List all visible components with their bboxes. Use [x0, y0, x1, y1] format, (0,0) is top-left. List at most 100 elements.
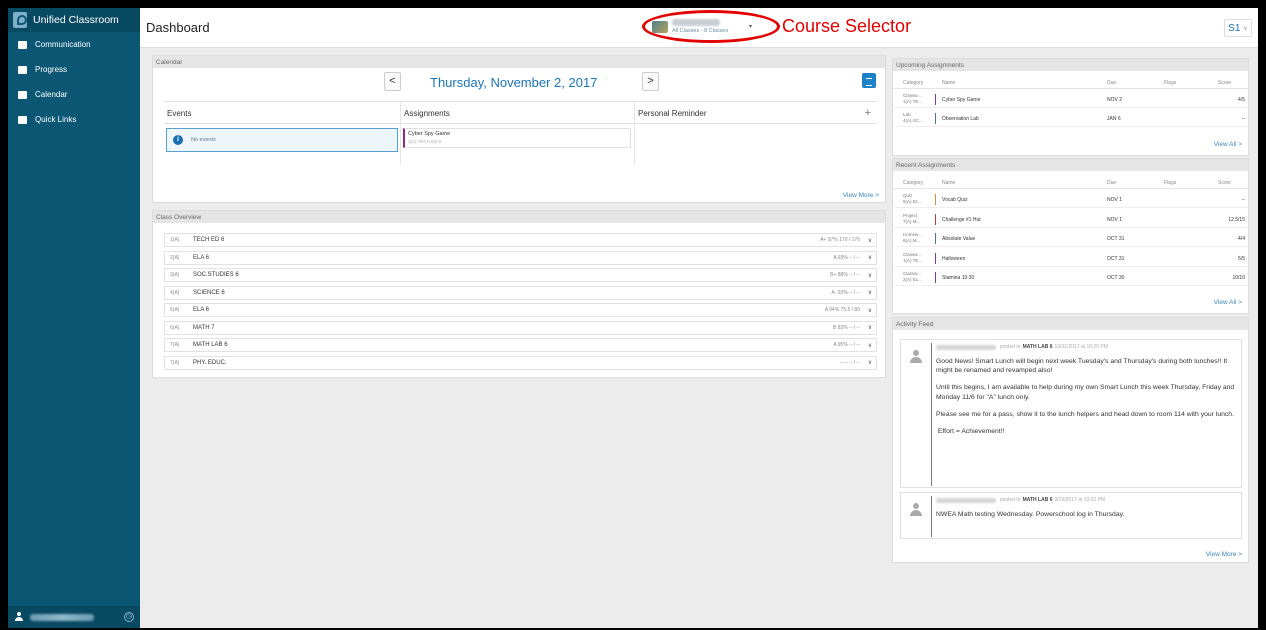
feed-divider [931, 496, 932, 537]
column-header: Score [1218, 180, 1232, 186]
table-header: Category Name Due Flags Score [893, 77, 1248, 89]
sidebar-item-label: Progress [35, 65, 68, 74]
feed-meta: posted to MATH LAB 6 10/31/2017 at 10:20… [936, 344, 1108, 350]
assignment-card[interactable]: Cyber Spy Game 1(A) TECH ED 6 [403, 128, 631, 148]
class-row[interactable]: 7(A) MATH LAB 6 A 95% -- / -- ∨ [164, 338, 877, 352]
assignment-score: 12.5/15 [1228, 216, 1245, 223]
feed-course[interactable]: MATH LAB 6 [1023, 344, 1053, 350]
assignments-column: Assignments Cyber Spy Game 1(A) TECH ED … [401, 102, 635, 165]
assignment-course: 1(A) TECH ED 6 [408, 139, 442, 144]
collapse-sidebar-button[interactable]: ◷ [124, 612, 134, 622]
class-row[interactable]: 4(A) SCIENCE 6 A- 92% -- / -- ∨ [164, 285, 877, 300]
table-row[interactable]: Classw... 1(A) TE... Cyber Spy Game NOV 2 4/… [895, 91, 1248, 108]
brand[interactable]: Unified Classroom [8, 8, 140, 32]
chevron-down-icon[interactable]: ∨ [864, 237, 876, 244]
calendar-nav: < Thursday, November 2, 2017 > [384, 72, 684, 92]
column-header: Flags [1164, 80, 1177, 86]
category-course: 7(A) M... [903, 218, 921, 224]
assignment-score: -- [1241, 116, 1245, 122]
table-row[interactable]: Lab 4(A) SC... Observation Lab JAN 6 -- [895, 110, 1248, 127]
view-more-link[interactable]: View More > [843, 192, 879, 199]
add-reminder-button[interactable]: + [865, 107, 871, 119]
category-course: 2(A) EL... [903, 277, 923, 282]
upcoming-assignments-panel: Upcoming Assignments Category Name Due F… [892, 58, 1249, 156]
table-row[interactable]: Project 7(A) M... Challenge #1 Hut NOV 1 12.… [895, 211, 1248, 228]
class-row[interactable]: 3(A) SOC.STUDIES 6 B+ 88% -- / -- ∨ [164, 268, 877, 282]
table-header: Category Name Due Flags Score [893, 177, 1248, 189]
feed-course[interactable]: MATH LAB 6 [1023, 497, 1053, 503]
class-row[interactable]: 2(A) ELA 6 A 93% -- / -- ∨ [164, 250, 877, 265]
chevron-down-icon[interactable]: ∨ [864, 289, 876, 296]
category-color-bar [935, 213, 936, 225]
sidebar: Unified Classroom Communication Progress… [8, 8, 140, 628]
category-cell: Project 7(A) M... [903, 213, 927, 225]
class-row[interactable]: 6(A) MATH 7 B 83% -- / -- ∨ [164, 320, 877, 335]
clipboard-icon [18, 65, 27, 74]
assignment-name: Observation Lab [942, 116, 979, 122]
class-row[interactable]: 7(A) PHY. EDUC. -- -- -- / -- ∨ [164, 355, 877, 370]
assignment-due: JAN 6 [1107, 116, 1121, 122]
assignment-due: NOV 1 [1107, 216, 1123, 223]
chevron-down-icon[interactable]: ∨ [864, 324, 876, 331]
sidebar-item-quick-links[interactable]: Quick Links [8, 107, 140, 132]
class-name: SCIENCE 6 [193, 289, 225, 296]
term-selector[interactable]: S1 ∨ [1224, 19, 1252, 37]
view-all-link[interactable]: View All > [1214, 141, 1242, 148]
column-header: Category [903, 180, 924, 186]
assignment-name: Cyber Spy Game [942, 97, 981, 103]
assignment-name: Absolute Value [942, 236, 976, 242]
class-grade: A 95% -- / -- [833, 342, 860, 348]
chevron-down-icon[interactable]: ∨ [864, 359, 876, 366]
view-all-link[interactable]: View All > [1214, 299, 1242, 306]
class-period: 7(A) [170, 359, 180, 366]
class-grade: -- -- -- / -- [839, 359, 860, 366]
chevron-down-icon[interactable]: ∨ [864, 272, 876, 279]
feed-time: 10/31/2017 at 10:20 PM [1054, 344, 1108, 350]
class-grade: A+ 97% 170 / 176 [820, 237, 860, 243]
assignment-score: -- [1241, 197, 1245, 203]
prev-day-button[interactable]: < [384, 72, 401, 91]
class-name: ELA 6 [193, 307, 210, 313]
class-name: PHY. EDUC. [193, 359, 227, 366]
class-grade: B+ 88% -- / -- [830, 272, 860, 278]
term-label: S1 [1228, 22, 1241, 34]
top-bar: Dashboard All Classes - 8 Classes ▾ Cour… [140, 8, 1258, 48]
feed-divider [931, 343, 932, 486]
column-header: Category [903, 80, 924, 86]
category-course: 5(A) EL... [903, 199, 923, 204]
sidebar-user[interactable]: ◷ [8, 606, 140, 628]
calendar-icon [18, 90, 27, 99]
category-course: 6(A) M... [903, 238, 921, 243]
next-day-button[interactable]: > [642, 72, 659, 91]
annotation-label: Course Selector [782, 16, 912, 36]
avatar-icon [908, 349, 924, 365]
assignment-name: Halloween [942, 255, 966, 262]
assignment-due: NOV 1 [1107, 197, 1123, 203]
table-row[interactable]: Quiz 5(A) EL... Vocab Quiz NOV 1 -- [895, 191, 1248, 208]
chevron-down-icon[interactable]: ∨ [864, 254, 876, 261]
activity-feed-panel: Activity Feed posted to MATH LAB 6 10/31… [892, 317, 1249, 563]
category-color-bar [935, 94, 936, 105]
class-name: TECH ED 6 [193, 237, 225, 243]
table-row[interactable]: Homew... 6(A) M... Absolute Value OCT 31 4/4 [895, 230, 1248, 247]
sidebar-item-progress[interactable]: Progress [8, 57, 140, 82]
sidebar-item-label: Communication [35, 40, 91, 49]
section-title: Calendar [153, 56, 885, 68]
calendar-icon[interactable] [862, 73, 876, 88]
view-more-link[interactable]: View More > [1206, 551, 1242, 558]
class-row[interactable]: 1(A) TECH ED 6 A+ 97% 170 / 176 ∨ [164, 233, 877, 247]
chevron-down-icon[interactable]: ∨ [864, 342, 876, 349]
user-name-redacted [30, 613, 94, 621]
sidebar-item-calendar[interactable]: Calendar [8, 82, 140, 107]
chevron-down-icon[interactable]: ∨ [864, 307, 876, 314]
sidebar-item-communication[interactable]: Communication [8, 32, 140, 57]
user-icon [14, 612, 24, 622]
table-row[interactable]: Classw... 1(A) TE... Halloween OCT 31 5/5 [895, 250, 1248, 267]
assignment-due: NOV 2 [1107, 97, 1123, 103]
table-row[interactable]: Classw... 2(A) EL... Stamina 10:30 OCT 30 10… [895, 269, 1248, 286]
class-period: 5(A) [170, 307, 180, 313]
feed-paragraph: NWEA Math testing Wednesday. Powerschool… [936, 511, 1125, 518]
annotation-ellipse [642, 10, 780, 43]
recent-assignments-panel: Recent Assignments Category Name Due Fla… [892, 158, 1249, 314]
class-row[interactable]: 5(A) ELA 6 A 94% 75.5 / 80 ∨ [164, 303, 877, 317]
